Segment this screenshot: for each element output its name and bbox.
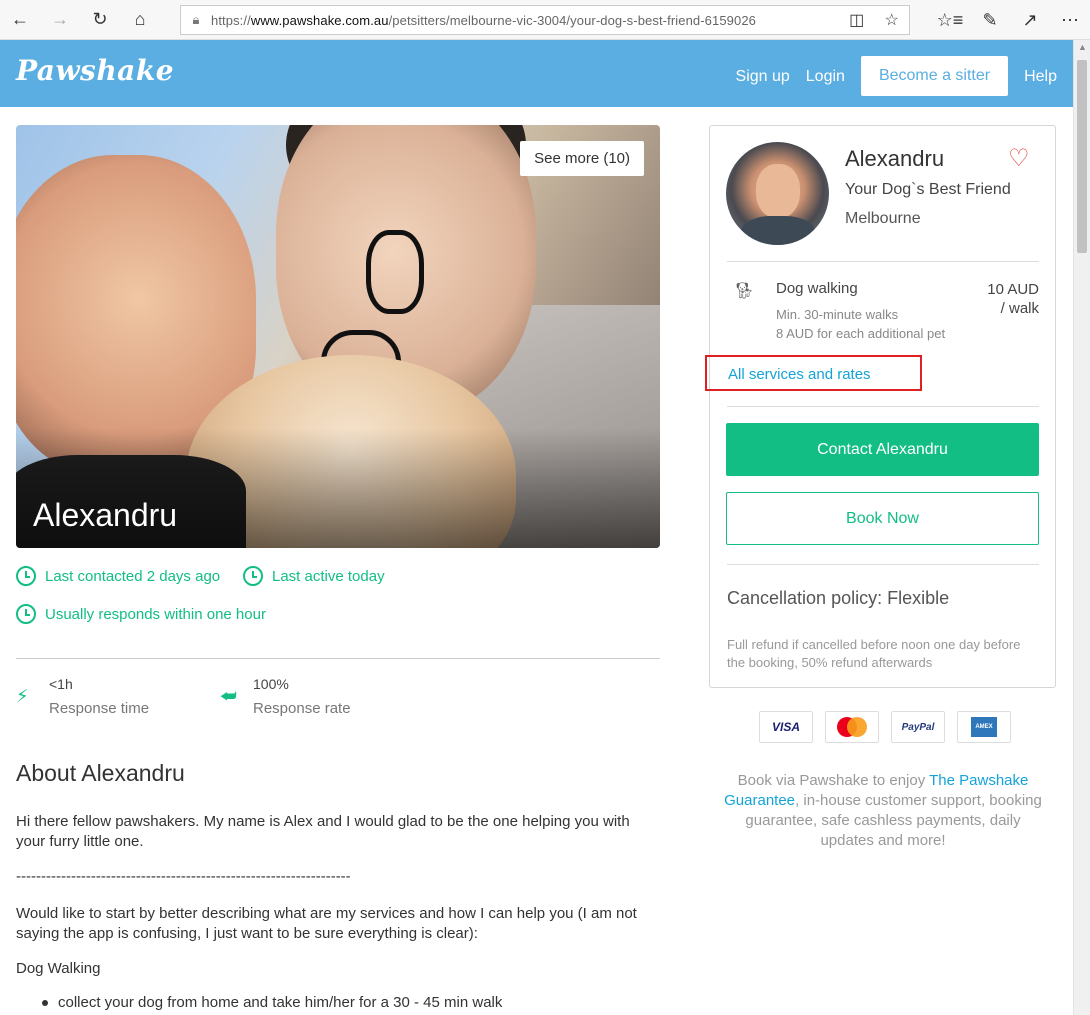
last-active: Last active today xyxy=(243,566,385,586)
about-paragraph-1: Hi there fellow pawshakers. My name is A… xyxy=(16,813,630,850)
favorite-star-icon[interactable]: ☆ xyxy=(885,10,899,30)
clock-icon xyxy=(243,566,263,586)
help-link[interactable]: Help xyxy=(1024,68,1057,86)
pen-icon[interactable]: ✎ xyxy=(970,0,1010,40)
address-bar[interactable]: 🔒︎ https://www.pawshake.com.au/petsitter… xyxy=(180,5,910,35)
clock-icon xyxy=(16,604,36,624)
service-price: 10 AUD / walk xyxy=(987,280,1039,318)
site-header: Pawshake Sign up Login Become a sitter H… xyxy=(0,40,1073,107)
profile-photo[interactable]: See more (10) Alexandru xyxy=(16,125,660,548)
about-separator: ----------------------------------------… xyxy=(16,868,351,885)
more-menu-icon[interactable]: ⋯ xyxy=(1050,0,1090,40)
response-time-label: Response time xyxy=(49,700,150,717)
service-price-amount: 10 AUD xyxy=(987,281,1039,298)
response-time-stat: <1h Response time xyxy=(49,676,149,717)
list-item: collect your dog from home and take him/… xyxy=(42,994,502,1011)
book-now-button[interactable]: Book Now xyxy=(726,492,1039,545)
response-rate-label: Response rate xyxy=(253,700,351,717)
response-rate-value: 100% xyxy=(253,676,289,692)
avatar xyxy=(726,142,829,245)
contact-button[interactable]: Contact Alexandru xyxy=(726,423,1039,476)
last-contacted: Last contacted 2 days ago xyxy=(16,566,220,586)
login-link[interactable]: Login xyxy=(806,68,845,86)
mastercard-icon xyxy=(825,711,879,743)
url-path: /petsitters/melbourne-vic-3004/your-dog-… xyxy=(388,12,756,28)
about-paragraph-3: Dog Walking xyxy=(16,960,101,977)
page-scrollbar[interactable]: ▲ xyxy=(1073,40,1090,1015)
sitter-city: Melbourne xyxy=(845,210,921,227)
visa-icon: VISA xyxy=(759,711,813,743)
payment-methods: VISA PayPal AMEX xyxy=(759,711,1011,743)
signup-link[interactable]: Sign up xyxy=(736,68,790,86)
card-divider xyxy=(727,564,1039,565)
forward-icon[interactable]: → xyxy=(40,0,80,40)
lightning-icon: ⚡︎ xyxy=(16,686,29,706)
about-heading: About Alexandru xyxy=(16,760,185,786)
heart-icon[interactable]: ♡ xyxy=(1008,144,1030,173)
pawshake-logo[interactable]: Pawshake xyxy=(16,54,174,87)
scroll-up-icon[interactable]: ▲ xyxy=(1078,42,1087,52)
booking-card: Alexandru ♡ Your Dog`s Best Friend Melbo… xyxy=(709,125,1056,688)
guarantee-text: Book via Pawshake to enjoy The Pawshake … xyxy=(717,771,1049,851)
paypal-icon: PayPal xyxy=(891,711,945,743)
all-services-link[interactable]: All services and rates xyxy=(705,355,922,391)
response-rate-stat: 100% Response rate xyxy=(253,676,351,717)
guarantee-text-before: Book via Pawshake to enjoy xyxy=(737,772,930,789)
amex-icon: AMEX xyxy=(957,711,1011,743)
url-domain: www.pawshake.com.au xyxy=(250,12,389,28)
url-prefix: https:// xyxy=(211,12,251,28)
header-nav: Sign up Login Become a sitter Help xyxy=(736,56,1057,96)
last-active-text: Last active today xyxy=(272,567,385,585)
share-icon[interactable]: ↗ xyxy=(1010,0,1050,40)
list-item-text: collect your dog from home and take him/… xyxy=(58,994,503,1011)
sitter-name: Alexandru xyxy=(845,146,945,171)
reply-arrow-icon: ⮨ xyxy=(220,686,237,706)
last-contacted-text: Last contacted 2 days ago xyxy=(45,567,221,585)
response-time-value: <1h xyxy=(49,676,73,692)
photo-detail xyxy=(366,230,424,314)
become-sitter-button[interactable]: Become a sitter xyxy=(860,56,1009,96)
url-text[interactable]: https://www.pawshake.com.au/petsitters/m… xyxy=(211,13,839,28)
avatar-face xyxy=(756,164,800,218)
response-speed: Usually responds within one hour xyxy=(16,604,266,624)
service-price-unit: / walk xyxy=(1000,300,1039,317)
clock-icon xyxy=(16,566,36,586)
response-speed-text: Usually responds within one hour xyxy=(45,605,266,623)
card-divider xyxy=(727,406,1039,407)
favorites-list-icon[interactable]: ☆≡ xyxy=(930,0,970,40)
cancellation-policy: Cancellation policy: Flexible xyxy=(727,588,950,608)
reading-view-icon[interactable]: ◫ xyxy=(849,10,864,30)
amex-label: AMEX xyxy=(971,717,997,737)
hero-sitter-name: Alexandru xyxy=(33,497,178,533)
home-icon[interactable]: ⌂ xyxy=(120,0,160,40)
cancellation-policy-detail: Full refund if cancelled before noon one… xyxy=(727,637,1021,670)
section-divider xyxy=(16,658,660,659)
back-icon[interactable]: ← xyxy=(0,0,40,40)
service-name: Dog walking xyxy=(776,280,858,297)
scrollbar-thumb[interactable] xyxy=(1077,60,1087,253)
sitter-tagline: Your Dog`s Best Friend xyxy=(845,181,1011,198)
card-divider xyxy=(727,261,1039,262)
browser-toolbar: ← → ↻ ⌂ 🔒︎ https://www.pawshake.com.au/p… xyxy=(0,0,1090,40)
lock-icon: 🔒︎ xyxy=(192,12,200,27)
see-more-photos-button[interactable]: See more (10) xyxy=(520,141,644,176)
dog-walking-icon: 🐕︎ xyxy=(734,283,755,300)
service-min-walk: Min. 30-minute walks xyxy=(776,307,899,322)
about-paragraph-2: Would like to start by better describing… xyxy=(16,905,637,942)
service-extra-pet: 8 AUD for each additional pet xyxy=(776,326,946,341)
avatar-body xyxy=(741,216,815,245)
refresh-icon[interactable]: ↻ xyxy=(80,0,120,40)
